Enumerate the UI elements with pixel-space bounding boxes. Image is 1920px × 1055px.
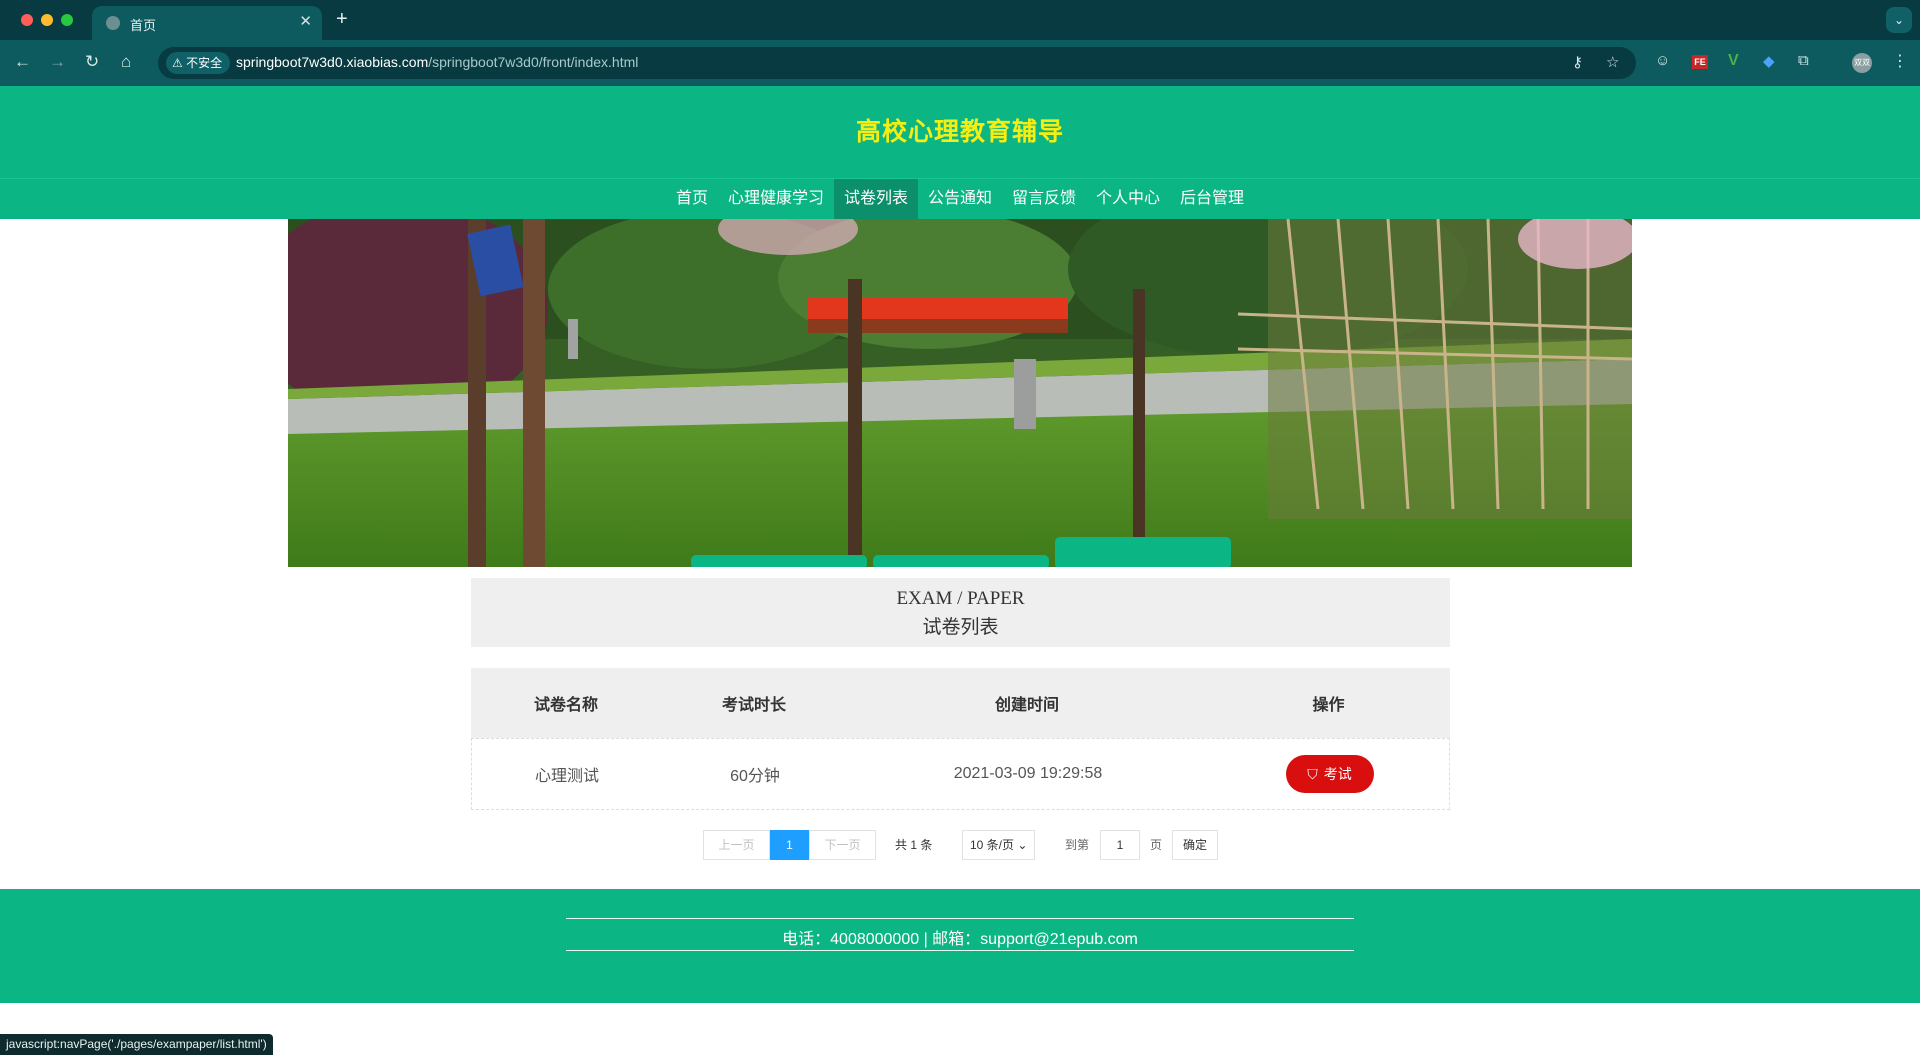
extensions-puzzle-icon[interactable]: ⧉ — [1798, 52, 1809, 69]
nav-item-exampaper-list[interactable]: 试卷列表 — [833, 179, 918, 219]
browser-status-bar: javascript:navPage('./pages/exampaper/li… — [0, 1034, 273, 1055]
forward-icon[interactable]: → — [49, 52, 66, 72]
goto-prefix: 到第 — [1065, 838, 1090, 852]
cell-paper-name: 心理测试 — [534, 768, 599, 785]
footer-divider-bottom — [566, 950, 1354, 951]
tab-title: 首页 — [130, 18, 157, 33]
site-header: 高校心理教育辅导 — [0, 86, 1920, 178]
goto-suffix: 页 — [1150, 838, 1163, 852]
home-icon[interactable]: ⌂ — [121, 52, 131, 72]
shield-check-icon: ⛉ — [1307, 765, 1318, 782]
banner-image — [288, 219, 1632, 567]
page-size-value: 10 条/页 — [970, 838, 1015, 852]
window-close-button[interactable] — [21, 14, 33, 26]
prev-page-button[interactable]: 上一页 — [703, 830, 770, 860]
chevron-down-icon: ⌄ — [1017, 838, 1028, 852]
table-header: 试卷名称 考试时长 创建时间 操作 — [471, 668, 1450, 738]
nav-item-feedback[interactable]: 留言反馈 — [1002, 179, 1086, 219]
header-duration: 考试时长 — [721, 697, 786, 714]
extension-face-icon[interactable]: ☺ — [1655, 52, 1670, 69]
header-paper-name: 试卷名称 — [533, 697, 598, 714]
cell-action: ⛉ 考试 — [1208, 739, 1451, 809]
main-nav: 首页 心理健康学习 试卷列表 公告通知 留言反馈 个人中心 后台管理 — [0, 178, 1920, 219]
nav-item-mental-health-study[interactable]: 心理健康学习 — [718, 179, 834, 219]
extension-gem-icon[interactable]: ◆ — [1763, 52, 1775, 70]
nav-item-admin[interactable]: 后台管理 — [1170, 179, 1254, 219]
start-exam-label: 考试 — [1323, 766, 1352, 782]
insecure-label: 不安全 — [186, 56, 223, 70]
security-warning-chip[interactable]: ⚠ 不安全 — [166, 52, 231, 74]
tab-close-icon[interactable]: ✕ — [299, 12, 312, 30]
window-minimize-button[interactable] — [41, 14, 53, 26]
section-header: EXAM / PAPER 试卷列表 — [471, 578, 1450, 647]
campus-garden-illustration — [288, 219, 1632, 567]
cell-created-time: 2021-03-09 19:29:58 — [953, 765, 1103, 782]
back-icon[interactable]: ← — [14, 52, 31, 72]
goto-page-input[interactable]: 1 — [1100, 830, 1140, 860]
browser-toolbar: ← → ↻ ⌂ ⚠ 不安全 springboot7w3d0.xiaobias.c… — [0, 40, 1920, 86]
table-row: 心理测试 60分钟 2021-03-09 19:29:58 ⛉ 考试 — [471, 738, 1450, 810]
goto-confirm-button[interactable]: 确定 — [1172, 830, 1218, 860]
header-created-time: 创建时间 — [994, 697, 1059, 714]
url-path: /springboot7w3d0/front/index.html — [428, 54, 639, 70]
nav-item-notice[interactable]: 公告通知 — [918, 179, 1002, 219]
current-page-button[interactable]: 1 — [770, 830, 809, 860]
section-title-cn: 试卷列表 — [922, 617, 999, 638]
url-text[interactable]: springboot7w3d0.xiaobias.com/springboot7… — [236, 54, 638, 70]
next-page-button[interactable]: 下一页 — [809, 830, 876, 860]
reload-icon[interactable]: ↻ — [85, 52, 99, 72]
extension-v-icon[interactable]: V — [1728, 52, 1739, 70]
profile-avatar[interactable]: 双双 — [1852, 53, 1872, 73]
globe-icon — [106, 16, 120, 30]
footer-divider-top — [566, 918, 1354, 919]
cell-duration: 60分钟 — [730, 768, 780, 785]
page-size-select[interactable]: 10 条/页 ⌄ — [962, 830, 1035, 860]
section-title-en: EXAM / PAPER — [896, 588, 1025, 609]
new-tab-icon[interactable]: + — [336, 8, 348, 31]
browser-tab-active[interactable]: 首页 ✕ — [92, 6, 322, 40]
window-zoom-button[interactable] — [61, 14, 73, 26]
url-host: springboot7w3d0.xiaobias.com — [236, 54, 429, 70]
more-menu-icon[interactable]: ⋮ — [1892, 51, 1908, 71]
nav-item-home[interactable]: 首页 — [666, 179, 718, 219]
header-action: 操作 — [1312, 697, 1345, 714]
chevron-down-icon[interactable]: ⌄ — [1886, 7, 1912, 33]
nav-list: 首页 心理健康学习 试卷列表 公告通知 留言反馈 个人中心 后台管理 — [0, 179, 1920, 220]
address-bar[interactable]: ⚠ 不安全 springboot7w3d0.xiaobias.com/sprin… — [158, 47, 1636, 79]
exampaper-table: 试卷名称 考试时长 创建时间 操作 心理测试 60分钟 2021-03-09 1… — [471, 668, 1450, 810]
nav-item-personal-center[interactable]: 个人中心 — [1086, 179, 1170, 219]
footer-contact: 电话：4008000000 | 邮箱：support@21epub.com — [782, 931, 1138, 948]
site-title: 高校心理教育辅导 — [855, 118, 1064, 146]
star-icon[interactable]: ☆ — [1606, 53, 1619, 71]
browser-tab-bar: 首页 ✕ + ⌄ — [0, 0, 1920, 40]
start-exam-button[interactable]: ⛉ 考试 — [1285, 755, 1374, 793]
site-footer: 电话：4008000000 | 邮箱：support@21epub.com — [0, 889, 1920, 1003]
total-count: 共 1 条 — [895, 838, 933, 852]
key-icon[interactable]: ⚷ — [1572, 53, 1583, 71]
extension-fe-icon[interactable]: FE — [1692, 55, 1708, 69]
